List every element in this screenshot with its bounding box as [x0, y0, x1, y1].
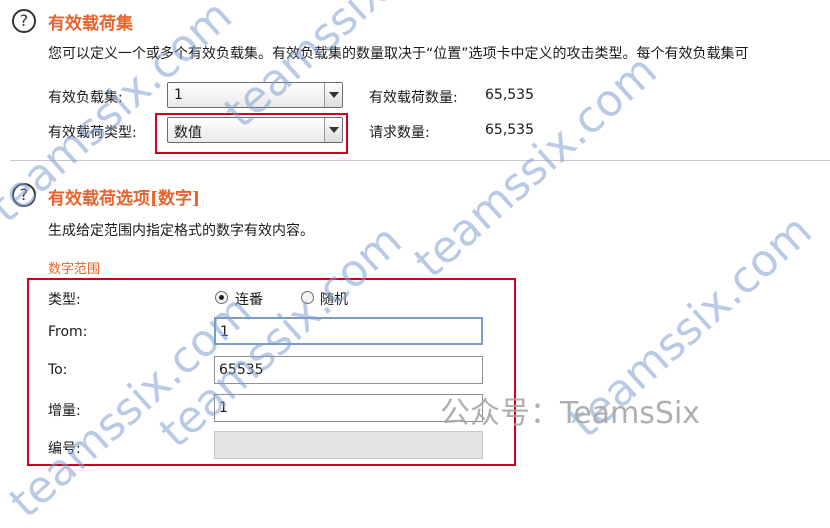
help-icon[interactable]: ?: [12, 9, 36, 33]
payload-options-title: 有效载荷选项[数字]: [48, 189, 201, 209]
wechat-watermark: 公众号：TeamsSix: [440, 396, 701, 431]
sequential-radio-label[interactable]: 连番: [235, 289, 263, 309]
payload-sets-title: 有效载荷集: [48, 14, 133, 34]
watermark-text: teamssix.com: [405, 45, 667, 288]
request-count-label: 请求数量:: [369, 125, 430, 141]
payload-type-value: 数值: [174, 125, 202, 141]
payload-type-label: 有效载荷类型:: [48, 125, 137, 141]
random-radio[interactable]: [301, 291, 314, 304]
payload-options-description: 生成给定范围内指定格式的数字有效内容。: [48, 223, 314, 239]
payload-sets-description: 您可以定义一个或多个有效负载集。有效负载集的数量取决于“位置”选项卡中定义的攻击…: [48, 46, 749, 62]
payload-type-select[interactable]: 数值: [167, 117, 343, 143]
to-field[interactable]: 65535: [214, 356, 483, 384]
to-label: To:: [48, 362, 68, 378]
request-count-value: 65,535: [485, 122, 534, 138]
number-label: 编号:: [48, 441, 81, 457]
payload-set-value: 1: [174, 87, 183, 103]
step-label: 增量:: [48, 403, 81, 419]
section-divider: [10, 160, 830, 161]
payload-count-label: 有效载荷数量:: [369, 90, 458, 106]
from-field[interactable]: 1: [214, 317, 483, 345]
from-label: From:: [48, 324, 88, 340]
number-type-label: 类型:: [48, 292, 81, 308]
random-radio-label[interactable]: 随机: [320, 289, 348, 309]
sequential-radio[interactable]: [215, 291, 228, 304]
help-icon[interactable]: ?: [12, 183, 36, 207]
number-range-heading: 数字范围: [48, 262, 101, 277]
chevron-down-icon: [324, 118, 342, 142]
payload-set-select[interactable]: 1: [167, 82, 343, 108]
payload-set-label: 有效负载集:: [48, 90, 123, 106]
number-field: [214, 431, 483, 459]
payload-count-value: 65,535: [485, 87, 534, 103]
chevron-down-icon: [324, 83, 342, 107]
